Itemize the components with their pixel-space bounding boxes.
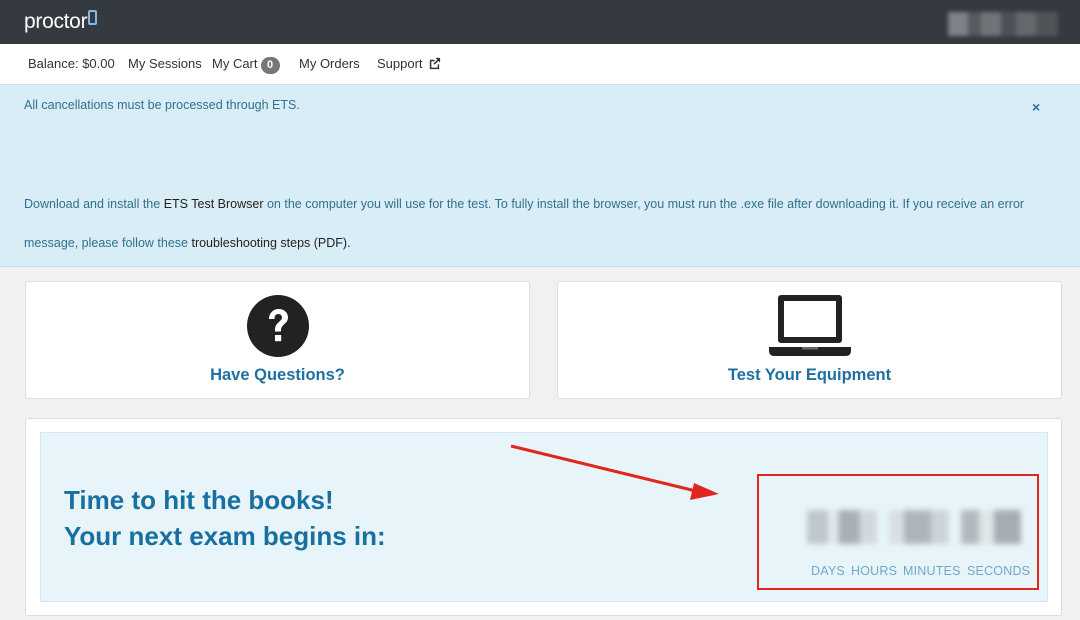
logo[interactable]: proctor: [24, 10, 98, 34]
seconds-value-blurred: [961, 510, 1021, 544]
days-label: DAYS: [811, 564, 845, 578]
countdown-headline: Time to hit the books! Your next exam be…: [64, 482, 386, 554]
info-alert: All cancellations must be processed thro…: [0, 85, 1080, 267]
my-cart-link[interactable]: My Cart 0: [212, 56, 280, 74]
my-orders-link[interactable]: My Orders: [299, 56, 360, 71]
minutes-value-blurred: [889, 510, 949, 544]
minutes-label: MINUTES: [903, 564, 961, 578]
cart-count-badge: 0: [260, 57, 280, 74]
cancellation-notice: All cancellations must be processed thro…: [24, 98, 300, 112]
my-cart-label: My Cart: [212, 56, 258, 71]
have-questions-label: Have Questions?: [210, 366, 345, 384]
user-menu-blurred[interactable]: [948, 12, 1058, 36]
ets-test-browser-link[interactable]: ETS Test Browser: [164, 197, 264, 211]
headline-line-2: Your next exam begins in:: [64, 521, 386, 551]
instructions-text-1: Download and install the: [24, 197, 164, 211]
logo-mark-icon: [88, 10, 98, 25]
question-icon: [246, 295, 309, 357]
have-questions-card[interactable]: Have Questions?: [25, 281, 530, 399]
troubleshooting-link[interactable]: troubleshooting steps (PDF).: [191, 236, 350, 250]
headline-line-1: Time to hit the books!: [64, 485, 334, 515]
sub-nav: Balance: $0.00 My Sessions My Cart 0 My O…: [0, 44, 1080, 85]
hours-label: HOURS: [851, 564, 898, 578]
top-bar: proctor: [0, 0, 1080, 44]
countdown-panel: Time to hit the books! Your next exam be…: [25, 418, 1062, 616]
my-sessions-link[interactable]: My Sessions: [128, 56, 202, 71]
seconds-label: SECONDS: [967, 564, 1031, 578]
close-icon[interactable]: ×: [1032, 99, 1040, 115]
test-equipment-label: Test Your Equipment: [727, 366, 892, 384]
balance-link[interactable]: Balance: $0.00: [28, 56, 115, 71]
external-link-icon: [429, 57, 440, 70]
countdown-box: Time to hit the books! Your next exam be…: [40, 432, 1048, 602]
days-hours-value-blurred: [807, 510, 877, 544]
test-equipment-card[interactable]: Test Your Equipment: [557, 281, 1062, 399]
laptop-icon: [768, 295, 851, 356]
support-label: Support: [377, 56, 423, 71]
annotation-highlight-box: DAYS HOURS MINUTES SECONDS: [757, 474, 1039, 590]
support-link[interactable]: Support: [377, 56, 441, 71]
download-instructions: Download and install the ETS Test Browse…: [24, 185, 1054, 263]
